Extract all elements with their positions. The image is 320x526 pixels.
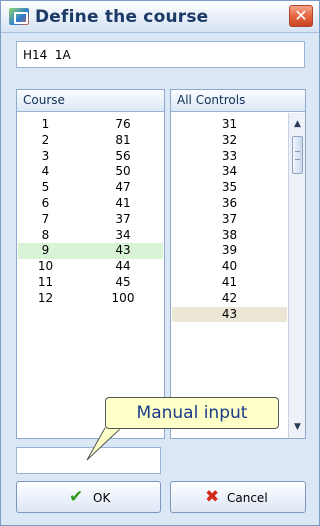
course-row-control-code: 56 [115, 148, 131, 163]
controls-panel: All Controls 31 32 33 34 35 36 37 38 39 40 41 42 43 … [170, 89, 306, 439]
course-row[interactable]: 8 34 [18, 228, 163, 244]
controls-scrollbar[interactable]: ▲ ▼ [288, 113, 305, 438]
course-row-number: 2 [41, 132, 50, 147]
course-row-control-code: 47 [115, 180, 131, 195]
cross-icon: ✖ [205, 487, 220, 507]
control-list-item[interactable]: 43 [172, 306, 287, 323]
course-row-control-code: 41 [115, 195, 131, 210]
control-list-item[interactable]: 39 [172, 243, 287, 259]
control-list-item[interactable]: 34 [172, 164, 287, 180]
course-panel: Course 1 76 2 81 3 56 4 50 5 47 6 41 7 37 8 34 9 43 10 44 11… [16, 89, 165, 439]
dialog-title: Define the course [35, 7, 209, 27]
control-list-item[interactable]: 33 [172, 149, 287, 165]
control-list-item[interactable]: 41 [172, 275, 287, 291]
course-column-header[interactable]: Course [17, 90, 164, 112]
course-row-number: 7 [41, 211, 50, 226]
scroll-thumb[interactable] [292, 136, 303, 174]
manual-input-tooltip: Manual input [105, 397, 279, 429]
course-row[interactable]: 10 44 [18, 259, 163, 275]
course-row-control-code: 44 [115, 259, 131, 274]
course-row-number: 11 [37, 274, 54, 289]
title-bar[interactable]: Define the course ✕ [1, 1, 319, 33]
control-list-item[interactable]: 35 [172, 180, 287, 196]
course-row[interactable]: 6 41 [18, 196, 163, 212]
course-row-control-code: 81 [115, 132, 131, 147]
course-row-number: 12 [37, 290, 54, 305]
cancel-button-label: Cancel [227, 491, 268, 505]
course-row[interactable]: 7 37 [18, 212, 163, 228]
cancel-button[interactable]: ✖ Cancel [170, 481, 306, 513]
course-row[interactable]: 4 50 [18, 164, 163, 180]
course-row[interactable]: 3 56 [18, 149, 163, 165]
control-list-item[interactable]: 31 [172, 117, 287, 133]
ok-button-label: OK [93, 491, 111, 505]
course-row-control-code: 100 [111, 290, 135, 305]
control-list-item[interactable]: 42 [172, 291, 287, 307]
control-list-item[interactable]: 37 [172, 212, 287, 228]
course-row-number: 6 [41, 195, 50, 210]
course-app-icon [9, 8, 29, 25]
close-icon: ✕ [294, 6, 308, 25]
course-row-control-code: 34 [115, 227, 131, 242]
course-row-control-code: 50 [115, 164, 131, 179]
course-row-control-code: 45 [115, 274, 131, 289]
controls-list[interactable]: 31 32 33 34 35 36 37 38 39 40 41 42 43 [172, 117, 287, 323]
course-row-control-code: 37 [115, 211, 131, 226]
define-course-dialog: Define the course ✕ Course 1762813564505… [0, 0, 320, 526]
course-name-field[interactable] [16, 41, 305, 68]
control-list-item[interactable]: 32 [172, 133, 287, 149]
course-row[interactable]: 11 45 [18, 275, 163, 291]
course-row-number: 9 [41, 243, 50, 258]
course-list[interactable]: 1 76 2 81 3 56 4 50 5 47 6 41 7 37 8 34 9 43 10 44 11 45 12 100 [18, 117, 163, 307]
scroll-up-arrow-icon[interactable]: ▲ [289, 115, 306, 133]
course-row[interactable]: 12 100 [18, 291, 163, 307]
scroll-down-arrow-icon[interactable]: ▼ [289, 418, 306, 436]
course-row-control-code: 43 [115, 243, 131, 258]
course-row-number: 5 [41, 180, 50, 195]
course-row-control-code: 76 [115, 117, 131, 131]
control-list-item[interactable]: 40 [172, 259, 287, 275]
course-row[interactable]: 5 47 [18, 180, 163, 196]
checkmark-icon: ✔ [69, 487, 84, 507]
ok-button[interactable]: ✔ OK [16, 481, 161, 513]
course-row[interactable]: 9 43 [18, 243, 163, 260]
course-row-number: 1 [41, 117, 50, 131]
control-list-item[interactable]: 36 [172, 196, 287, 212]
course-row-number: 10 [37, 259, 54, 274]
course-row[interactable]: 1 76 [18, 117, 163, 133]
controls-column-header[interactable]: All Controls [171, 90, 305, 112]
course-row-number: 3 [41, 148, 50, 163]
course-row-number: 8 [41, 227, 50, 242]
control-list-item[interactable]: 38 [172, 228, 287, 244]
close-button[interactable]: ✕ [289, 5, 313, 27]
course-row-number: 4 [41, 164, 50, 179]
tooltip-pointer [86, 427, 123, 461]
course-row[interactable]: 2 81 [18, 133, 163, 149]
